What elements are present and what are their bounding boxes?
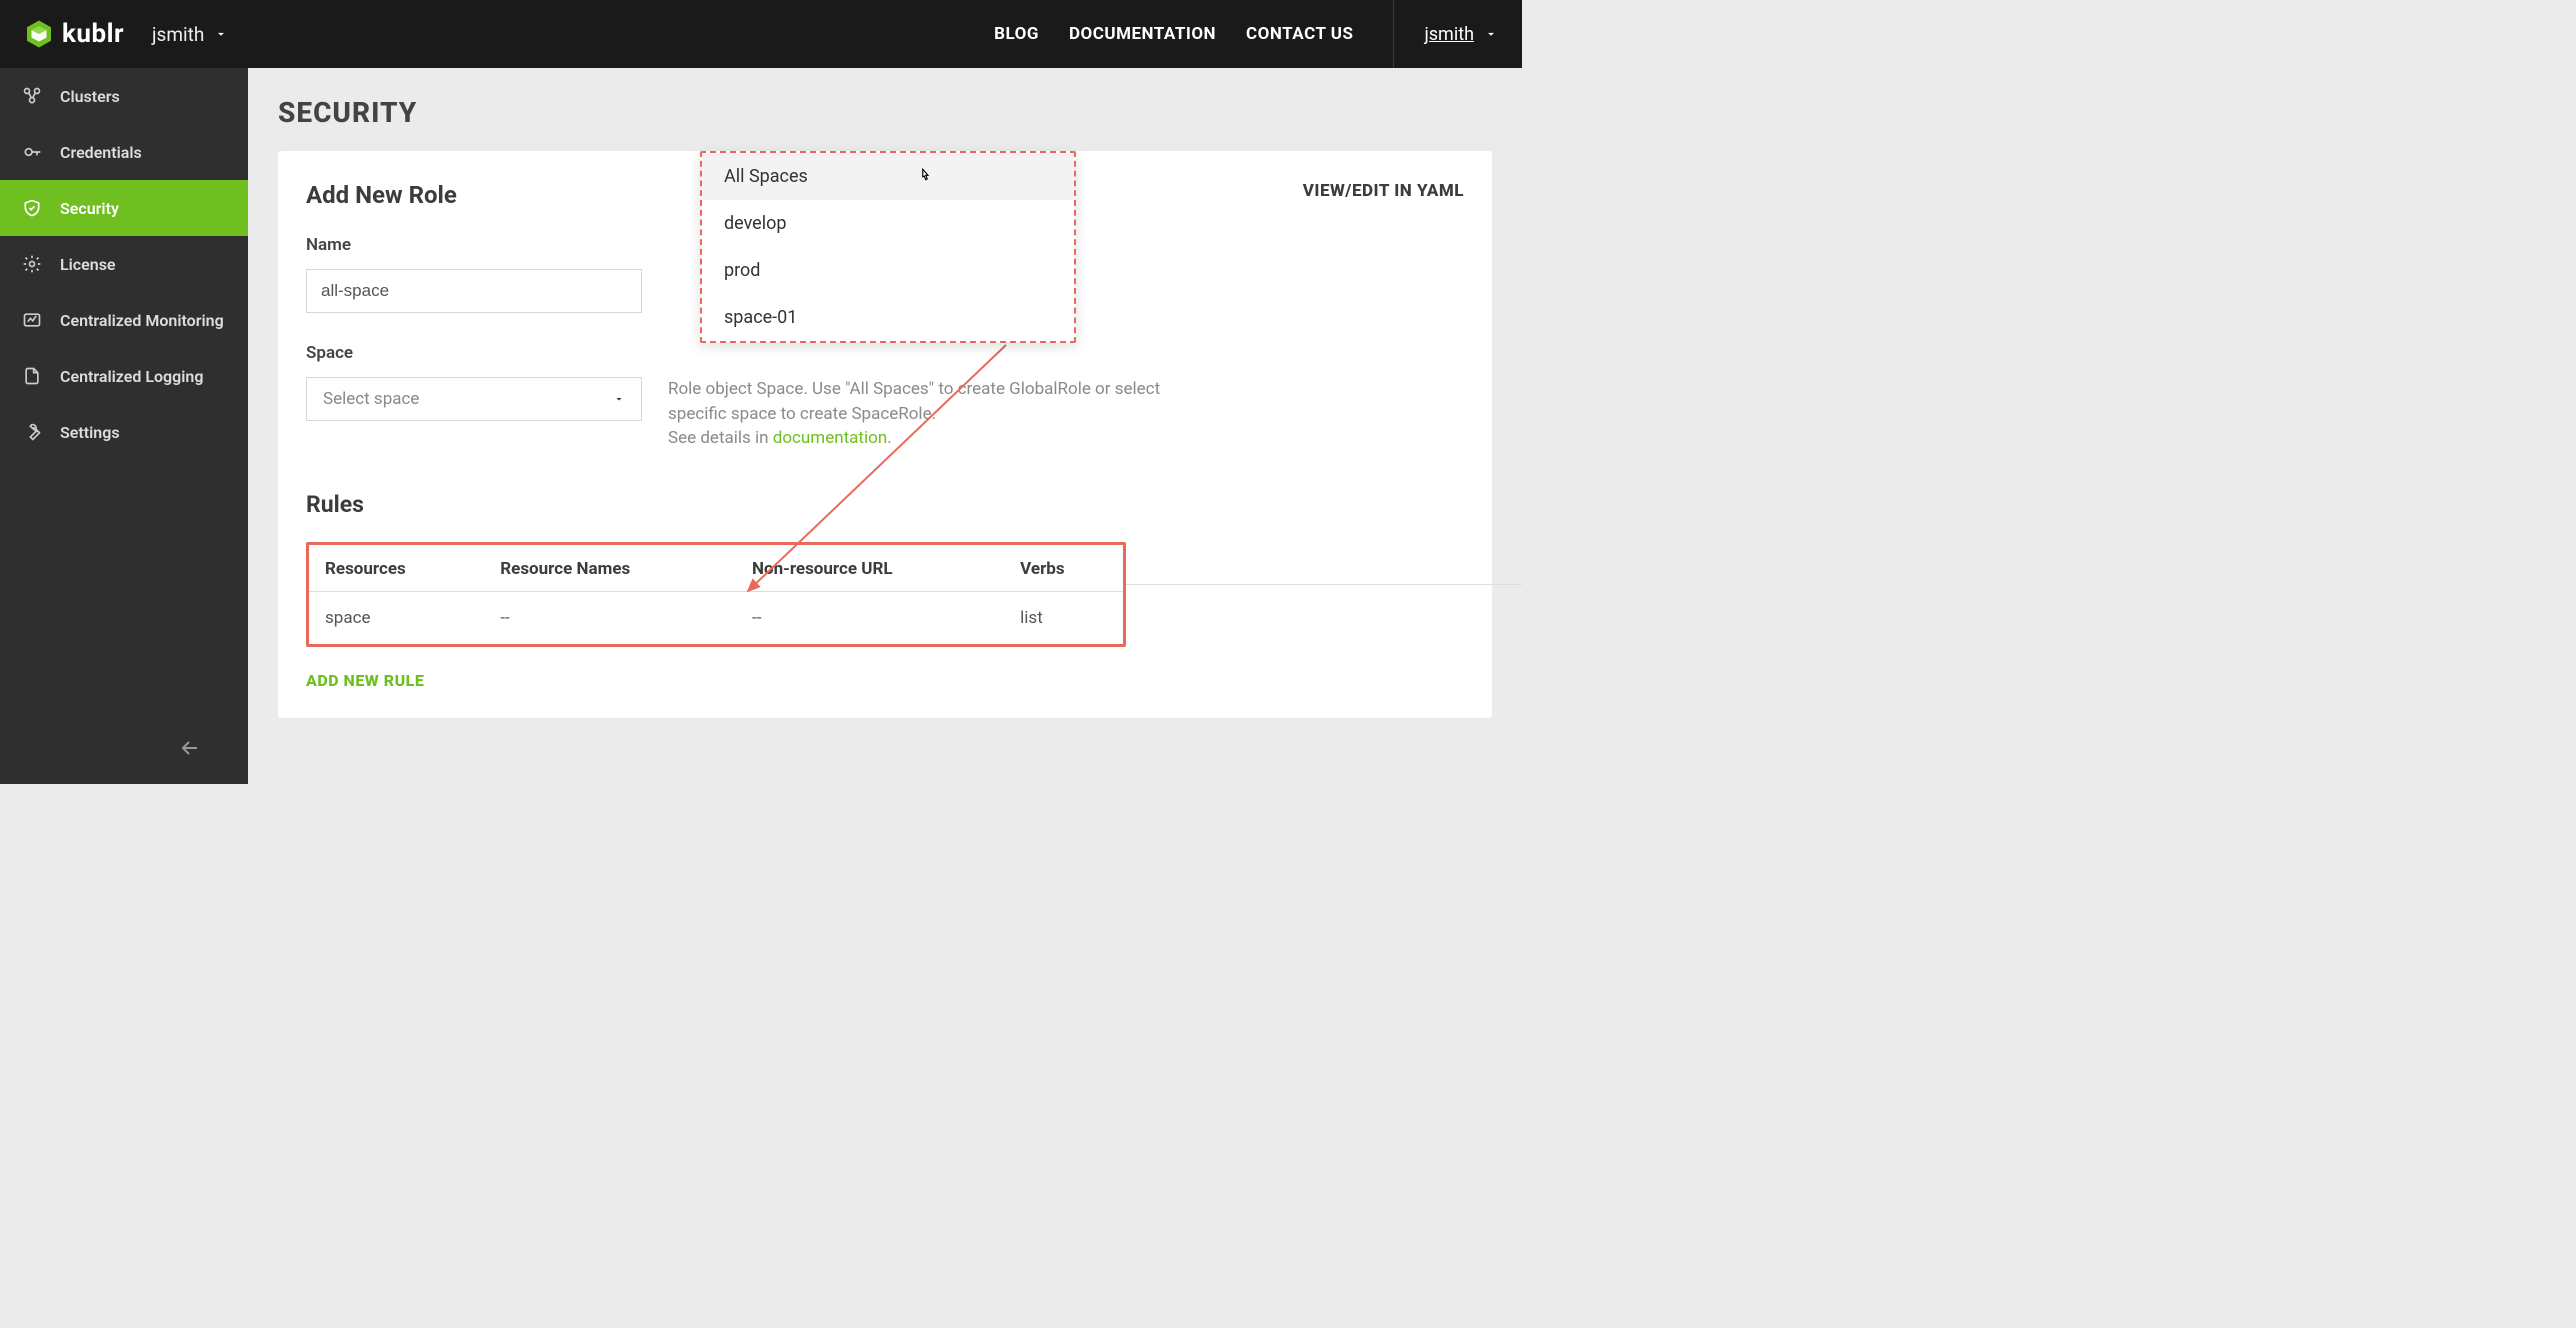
space-select[interactable]: Select space (306, 377, 642, 421)
shield-icon (22, 198, 42, 218)
col-resources: Resources (309, 545, 484, 592)
documentation-link[interactable]: documentation (773, 428, 887, 448)
cursor-icon (916, 165, 934, 191)
main-content: SECURITY Add New Role VIEW/EDIT IN YAML … (248, 68, 1522, 784)
space-select-placeholder: Select space (323, 389, 419, 409)
wrench-icon (22, 422, 42, 442)
table-row[interactable]: space -- -- list (309, 591, 1123, 644)
sidebar-item-label: Centralized Monitoring (60, 311, 224, 330)
row-divider (1126, 584, 1522, 585)
space-help-text: Role object Space. Use "All Spaces" to c… (668, 377, 1188, 451)
topnav: BLOG DOCUMENTATION CONTACT US jsmith (994, 0, 1498, 68)
sidebar-item-label: Credentials (60, 143, 142, 162)
nav-contact[interactable]: CONTACT US (1246, 24, 1353, 44)
nav-blog[interactable]: BLOG (994, 24, 1039, 44)
sidebar-item-monitoring[interactable]: Centralized Monitoring (0, 292, 248, 348)
caret-down-icon (613, 393, 625, 405)
col-resource-names: Resource Names (484, 545, 736, 592)
rules-header-row: Resources Resource Names Non-resource UR… (309, 545, 1123, 592)
sidebar-item-label: Centralized Logging (60, 367, 203, 386)
dropdown-option-develop[interactable]: develop (702, 200, 1074, 247)
col-non-resource-url: Non-resource URL (736, 545, 1004, 592)
sidebar-item-security[interactable]: Security (0, 180, 248, 236)
name-input[interactable] (306, 269, 642, 313)
add-new-rule-button[interactable]: ADD NEW RULE (306, 671, 1464, 690)
arrow-left-icon (178, 736, 202, 760)
card-title: Add New Role (306, 181, 457, 209)
topbar: kublr jsmith BLOG DOCUMENTATION CONTACT … (0, 0, 1522, 68)
add-role-card: Add New Role VIEW/EDIT IN YAML Name Spac… (278, 151, 1492, 718)
sidebar-item-label: Security (60, 199, 119, 218)
sidebar-item-credentials[interactable]: Credentials (0, 124, 248, 180)
page-title: SECURITY (278, 96, 1492, 129)
col-verbs: Verbs (1004, 545, 1123, 592)
monitor-icon (22, 310, 42, 330)
chevron-down-icon (214, 27, 228, 41)
clusters-icon (22, 86, 42, 106)
user-menu[interactable]: jsmith (1393, 0, 1498, 68)
gear-icon (22, 254, 42, 274)
brand-text: kublr (62, 19, 124, 49)
logo[interactable]: kublr (24, 19, 124, 49)
nav-documentation[interactable]: DOCUMENTATION (1069, 24, 1216, 44)
view-edit-yaml-link[interactable]: VIEW/EDIT IN YAML (1303, 181, 1464, 201)
dropdown-option-space-01[interactable]: space-01 (702, 294, 1074, 341)
rules-title: Rules (306, 491, 1464, 518)
dropdown-option-all-spaces[interactable]: All Spaces (702, 153, 1074, 200)
chevron-down-icon (1484, 27, 1498, 41)
sidebar-item-label: Clusters (60, 87, 120, 106)
sidebar-item-label: Settings (60, 423, 120, 442)
user-name: jsmith (1424, 24, 1474, 45)
space-switcher-label: jsmith (152, 23, 204, 46)
sidebar-item-label: License (60, 255, 116, 274)
rules-table: Resources Resource Names Non-resource UR… (309, 545, 1123, 644)
kublr-logo-icon (24, 19, 54, 49)
space-label: Space (306, 343, 1464, 363)
dropdown-option-prod[interactable]: prod (702, 247, 1074, 294)
space-switcher[interactable]: jsmith (152, 23, 228, 46)
sidebar-item-clusters[interactable]: Clusters (0, 68, 248, 124)
sidebar-item-logging[interactable]: Centralized Logging (0, 348, 248, 404)
rules-table-highlight: Resources Resource Names Non-resource UR… (306, 542, 1126, 647)
space-dropdown-panel: All Spaces develop prod space-01 (700, 151, 1076, 343)
key-icon (22, 142, 42, 162)
sidebar: Clusters Credentials Security License (0, 68, 248, 784)
sidebar-item-settings[interactable]: Settings (0, 404, 248, 460)
sidebar-item-license[interactable]: License (0, 236, 248, 292)
file-icon (22, 366, 42, 386)
collapse-sidebar-button[interactable] (178, 736, 202, 766)
